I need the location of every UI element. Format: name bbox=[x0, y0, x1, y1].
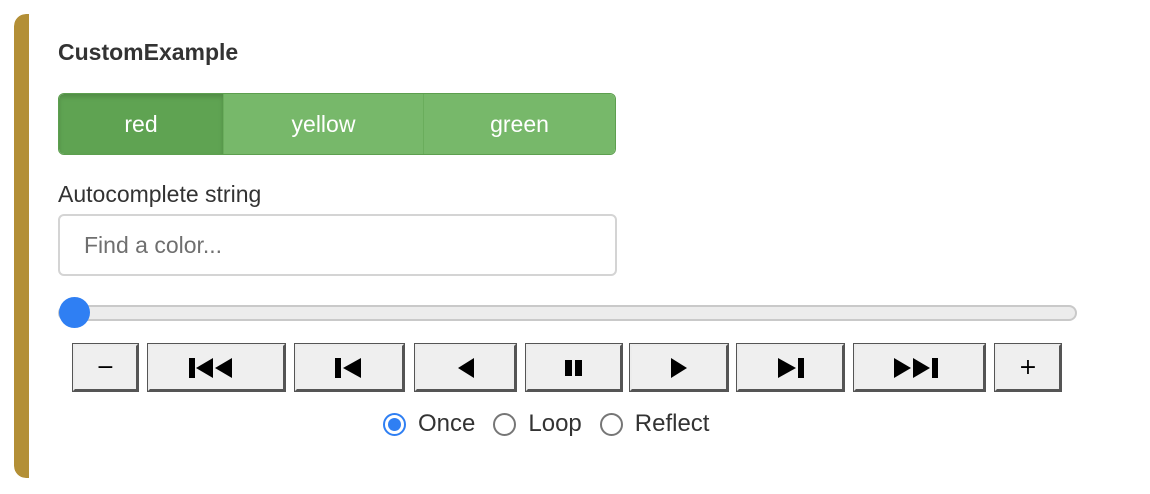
player-slider-track[interactable] bbox=[58, 305, 1077, 321]
play-reverse-button[interactable] bbox=[414, 343, 517, 392]
increase-speed-button[interactable]: + bbox=[994, 343, 1062, 392]
radio-loop-label: Loop bbox=[528, 410, 582, 437]
step-forward-icon bbox=[777, 357, 804, 378]
play-icon bbox=[671, 357, 687, 378]
previous-frame-button[interactable] bbox=[294, 343, 405, 392]
color-button-group: red yellow green bbox=[58, 93, 616, 155]
radio-reflect[interactable]: Reflect bbox=[599, 410, 710, 438]
minus-icon: − bbox=[96, 354, 115, 380]
plus-icon: + bbox=[1018, 354, 1038, 380]
skip-to-end-icon bbox=[893, 357, 938, 378]
color-button-green[interactable]: green bbox=[424, 94, 615, 154]
widget-title: CustomExample bbox=[58, 39, 239, 65]
radio-reflect-button[interactable] bbox=[599, 412, 623, 436]
card-accent-bar bbox=[14, 14, 29, 478]
radio-reflect-label: Reflect bbox=[634, 410, 710, 437]
widget-card: CustomExample red yellow green Autocompl… bbox=[14, 14, 1150, 478]
first-frame-button[interactable] bbox=[147, 343, 286, 392]
pause-icon bbox=[565, 359, 582, 376]
player-slider-thumb[interactable] bbox=[59, 297, 90, 328]
pause-button[interactable] bbox=[525, 343, 623, 392]
decrease-speed-button[interactable]: − bbox=[72, 343, 139, 392]
skip-to-start-icon bbox=[188, 357, 232, 378]
last-frame-button[interactable] bbox=[853, 343, 986, 392]
color-button-red[interactable]: red bbox=[59, 94, 224, 154]
autocomplete-label: Autocomplete string bbox=[58, 181, 262, 207]
next-frame-button[interactable] bbox=[736, 343, 845, 392]
loop-mode-radio-group: Once Loop Reflect bbox=[383, 408, 727, 440]
play-button[interactable] bbox=[629, 343, 729, 392]
autocomplete-input[interactable] bbox=[58, 214, 617, 276]
radio-loop[interactable]: Loop bbox=[493, 410, 582, 438]
radio-once[interactable]: Once bbox=[383, 410, 475, 438]
play-reverse-icon bbox=[457, 357, 474, 378]
radio-once-label: Once bbox=[418, 410, 476, 437]
radio-loop-button[interactable] bbox=[493, 412, 517, 436]
color-button-yellow[interactable]: yellow bbox=[224, 94, 424, 154]
radio-once-button[interactable] bbox=[383, 412, 406, 436]
step-back-icon bbox=[334, 357, 361, 378]
